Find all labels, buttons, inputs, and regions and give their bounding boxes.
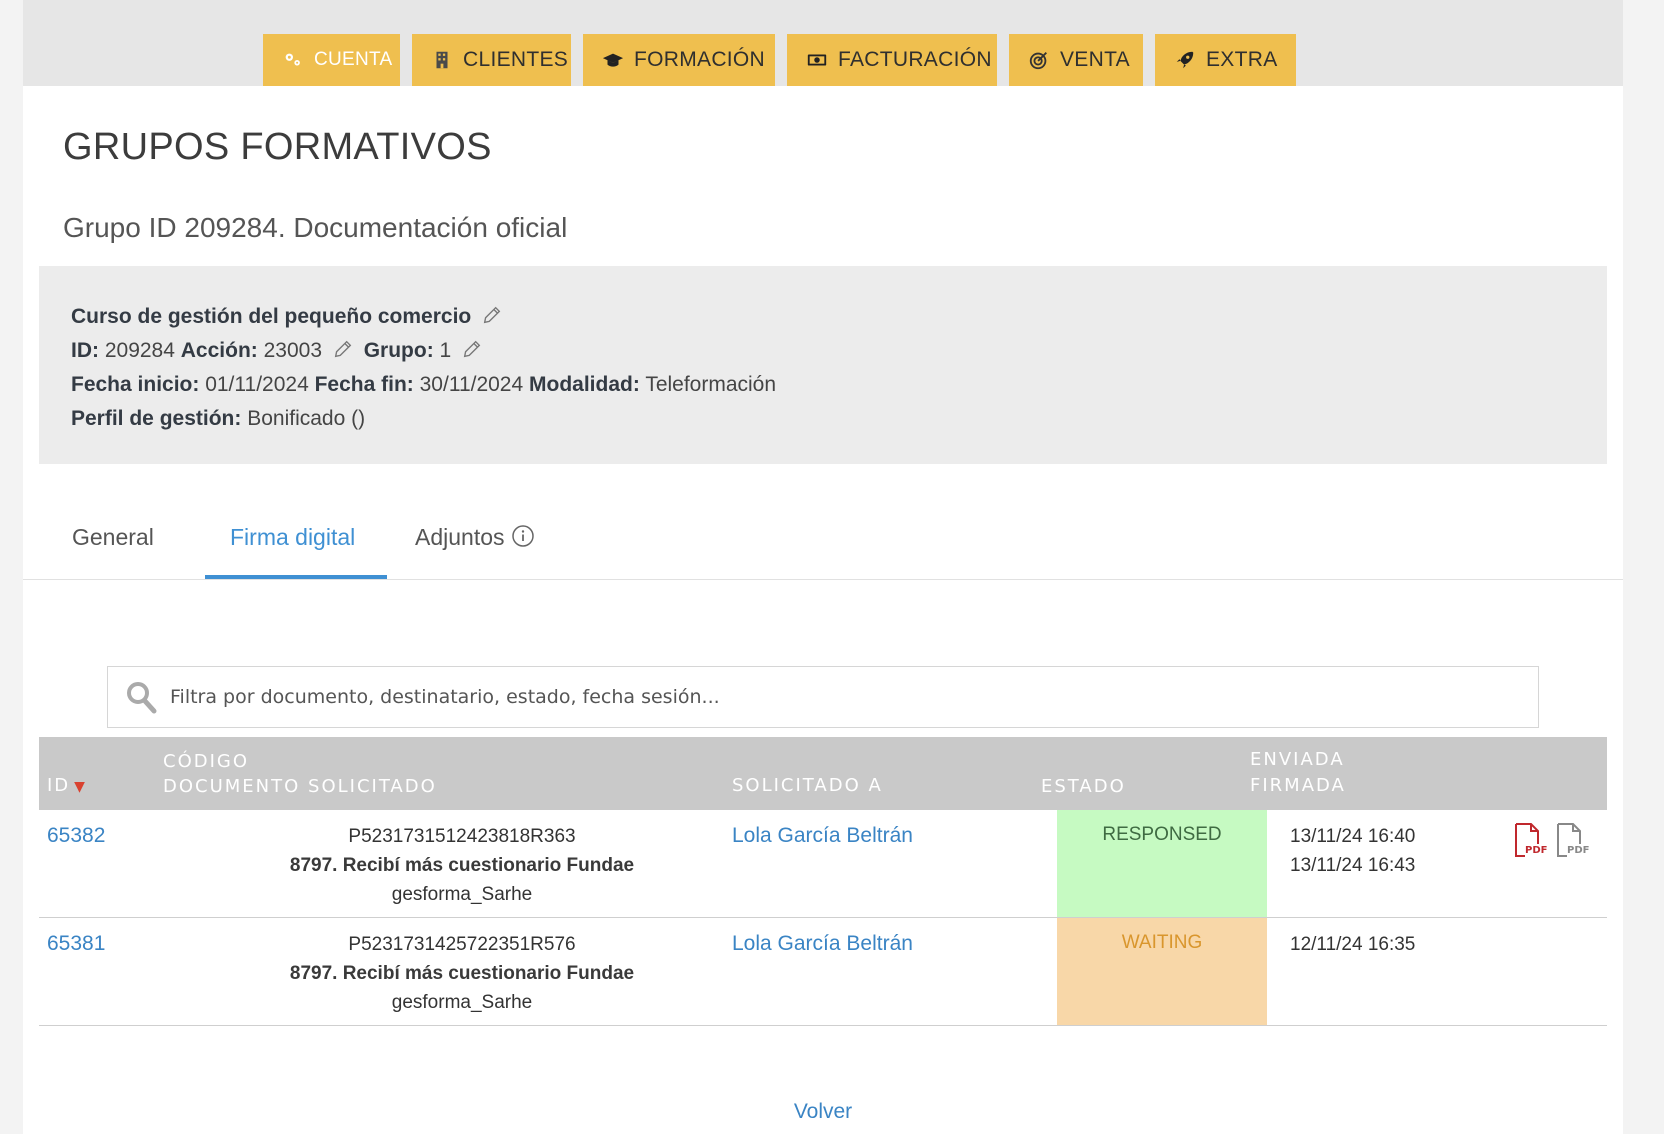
back-link-wrap: Volver bbox=[23, 1100, 1623, 1124]
row-document: P5231731512423818R363 8797. Recibí más c… bbox=[197, 822, 727, 909]
row-id-link[interactable]: 65382 bbox=[47, 824, 105, 848]
fecha-inicio-value: 01/11/2024 bbox=[205, 373, 309, 396]
accion-value: 23003 bbox=[263, 339, 323, 362]
course-name: Curso de gestión del pequeño comercio bbox=[71, 305, 472, 328]
sent-date: 12/11/24 16:35 bbox=[1290, 934, 1416, 955]
top-nav-band: CUENTA CLIENTES FORMACIÓN FACTURACIÓN VE… bbox=[23, 0, 1623, 86]
id-label: ID: bbox=[71, 339, 99, 362]
table-header: ID ▼ CÓDIGO DOCUMENTO SOLICITADO SOLICITA… bbox=[39, 737, 1607, 810]
tab-general[interactable]: General bbox=[72, 516, 154, 580]
grupo-value: 1 bbox=[439, 339, 452, 362]
modalidad-label: Modalidad: bbox=[529, 373, 640, 396]
graduation-cap-icon bbox=[602, 49, 624, 71]
search-box bbox=[107, 666, 1539, 728]
sent-date: 13/11/24 16:40 bbox=[1290, 826, 1416, 847]
edit-pencil-icon[interactable] bbox=[481, 304, 503, 326]
edit-pencil-icon[interactable] bbox=[332, 338, 354, 360]
status-badge: RESPONSED bbox=[1057, 810, 1267, 917]
active-tab-indicator bbox=[205, 575, 387, 579]
page-subtitle: Grupo ID 209284. Documentación oficial bbox=[63, 212, 568, 243]
tab-adjuntos-label: Adjuntos bbox=[415, 524, 505, 550]
accion-label: Acción: bbox=[180, 339, 258, 362]
th-enviada: ENVIADA bbox=[1250, 749, 1345, 770]
document-code: P5231731512423818R363 bbox=[348, 826, 576, 847]
th-id-label: ID bbox=[47, 775, 71, 796]
status-badge: WAITING bbox=[1057, 918, 1267, 1025]
menu-clientes[interactable]: CLIENTES bbox=[412, 34, 571, 86]
menu-label: FACTURACIÓN bbox=[838, 48, 992, 71]
row-document: P5231731425722351R576 8797. Recibí más c… bbox=[197, 930, 727, 1017]
perfil-label: Perfil de gestión: bbox=[71, 407, 242, 430]
info-line-ids: ID: 209284 Acción: 23003 Grupo: 1 bbox=[71, 334, 1575, 368]
fecha-inicio-label: Fecha inicio: bbox=[71, 373, 200, 396]
menu-facturacion[interactable]: FACTURACIÓN bbox=[787, 34, 997, 86]
gears-icon bbox=[282, 49, 304, 71]
signed-pdf-icon[interactable]: PDF bbox=[1513, 822, 1547, 858]
search-icon bbox=[127, 682, 157, 714]
tab-adjuntos[interactable]: Adjuntos bbox=[415, 516, 535, 580]
tab-bar: General Firma digital Adjuntos bbox=[23, 516, 1623, 580]
document-owner: gesforma_Sarhe bbox=[391, 992, 533, 1013]
document-code: P5231731425722351R576 bbox=[348, 934, 576, 955]
menu-extra[interactable]: EXTRA bbox=[1155, 34, 1296, 86]
menu-label: EXTRA bbox=[1206, 48, 1278, 71]
original-pdf-icon[interactable]: PDF bbox=[1555, 822, 1589, 858]
document-name: 8797. Recibí más cuestionario Fundae bbox=[289, 963, 635, 984]
document-name: 8797. Recibí más cuestionario Fundae bbox=[289, 855, 635, 876]
svg-text:PDF: PDF bbox=[1525, 845, 1547, 856]
menu-label: CUENTA bbox=[314, 49, 393, 70]
perfil-value: Bonificado () bbox=[247, 407, 366, 430]
group-info-box: Curso de gestión del pequeño comercio ID… bbox=[39, 266, 1607, 464]
info-line-dates: Fecha inicio: 01/11/2024 Fecha fin: 30/1… bbox=[71, 368, 1575, 402]
id-value: 209284 bbox=[104, 339, 175, 362]
fecha-fin-value: 30/11/2024 bbox=[419, 373, 524, 396]
table-row: 65381 P5231731425722351R576 8797. Recibí… bbox=[39, 918, 1607, 1026]
svg-text:PDF: PDF bbox=[1567, 845, 1589, 856]
menu-cuenta[interactable]: CUENTA bbox=[263, 34, 400, 86]
grupo-label: Grupo: bbox=[363, 339, 434, 362]
recipient-link[interactable]: Lola García Beltrán bbox=[732, 824, 913, 848]
menu-label: FORMACIÓN bbox=[634, 48, 766, 71]
row-dates: 13/11/24 16:40 13/11/24 16:43 bbox=[1290, 822, 1415, 880]
document-owner: gesforma_Sarhe bbox=[391, 884, 533, 905]
row-dates: 12/11/24 16:35 bbox=[1290, 930, 1415, 959]
th-estado: ESTADO bbox=[1041, 776, 1126, 797]
fecha-fin-label: Fecha fin: bbox=[314, 373, 414, 396]
menu-label: CLIENTES bbox=[463, 48, 569, 71]
th-codigo: CÓDIGO bbox=[163, 751, 250, 772]
row-id-link[interactable]: 65381 bbox=[47, 932, 105, 956]
back-link[interactable]: Volver bbox=[794, 1100, 852, 1123]
menu-label: VENTA bbox=[1060, 48, 1130, 71]
recipient-link[interactable]: Lola García Beltrán bbox=[732, 932, 913, 956]
info-icon[interactable] bbox=[511, 524, 535, 548]
building-icon bbox=[431, 49, 453, 71]
rocket-icon bbox=[1174, 49, 1196, 71]
money-icon bbox=[806, 49, 828, 71]
menu-formacion[interactable]: FORMACIÓN bbox=[583, 34, 775, 86]
page-title: GRUPOS FORMATIVOS bbox=[63, 126, 492, 168]
menu-venta[interactable]: VENTA bbox=[1009, 34, 1143, 86]
th-id[interactable]: ID ▼ bbox=[47, 773, 85, 800]
info-line-perfil: Perfil de gestión: Bonificado () bbox=[71, 402, 1575, 436]
table-row: 65382 P5231731512423818R363 8797. Recibí… bbox=[39, 810, 1607, 918]
target-icon bbox=[1028, 49, 1050, 71]
th-firmada: FIRMADA bbox=[1250, 775, 1346, 796]
tab-firma-digital[interactable]: Firma digital bbox=[230, 516, 355, 580]
sort-desc-icon: ▼ bbox=[74, 779, 85, 795]
signed-date: 13/11/24 16:43 bbox=[1290, 855, 1416, 876]
edit-pencil-icon[interactable] bbox=[461, 338, 483, 360]
content-panel: GRUPOS FORMATIVOS Grupo ID 209284. Docum… bbox=[23, 86, 1623, 1134]
th-solicitado: SOLICITADO A bbox=[732, 775, 883, 796]
info-line-course: Curso de gestión del pequeño comercio bbox=[71, 300, 1575, 334]
search-input[interactable] bbox=[170, 686, 1470, 708]
th-documento: DOCUMENTO SOLICITADO bbox=[163, 776, 437, 797]
modalidad-value: Teleformación bbox=[645, 373, 777, 396]
